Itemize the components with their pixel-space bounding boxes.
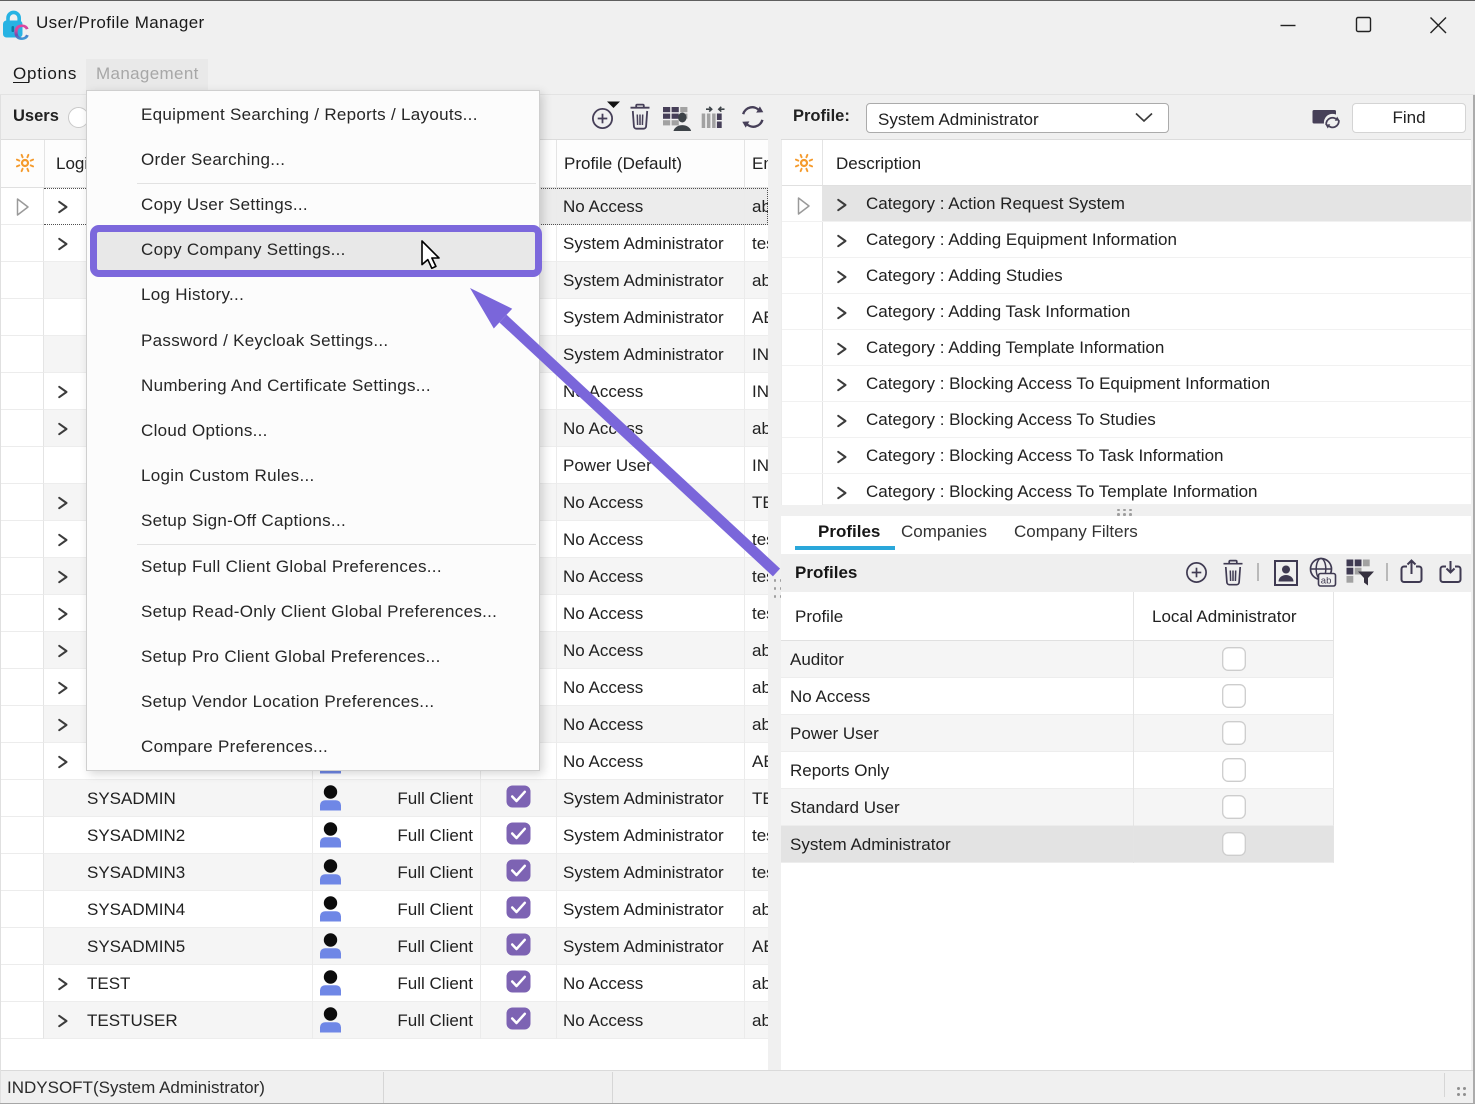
svg-text:C: C: [14, 20, 30, 41]
svg-text:ab: ab: [1321, 575, 1332, 586]
